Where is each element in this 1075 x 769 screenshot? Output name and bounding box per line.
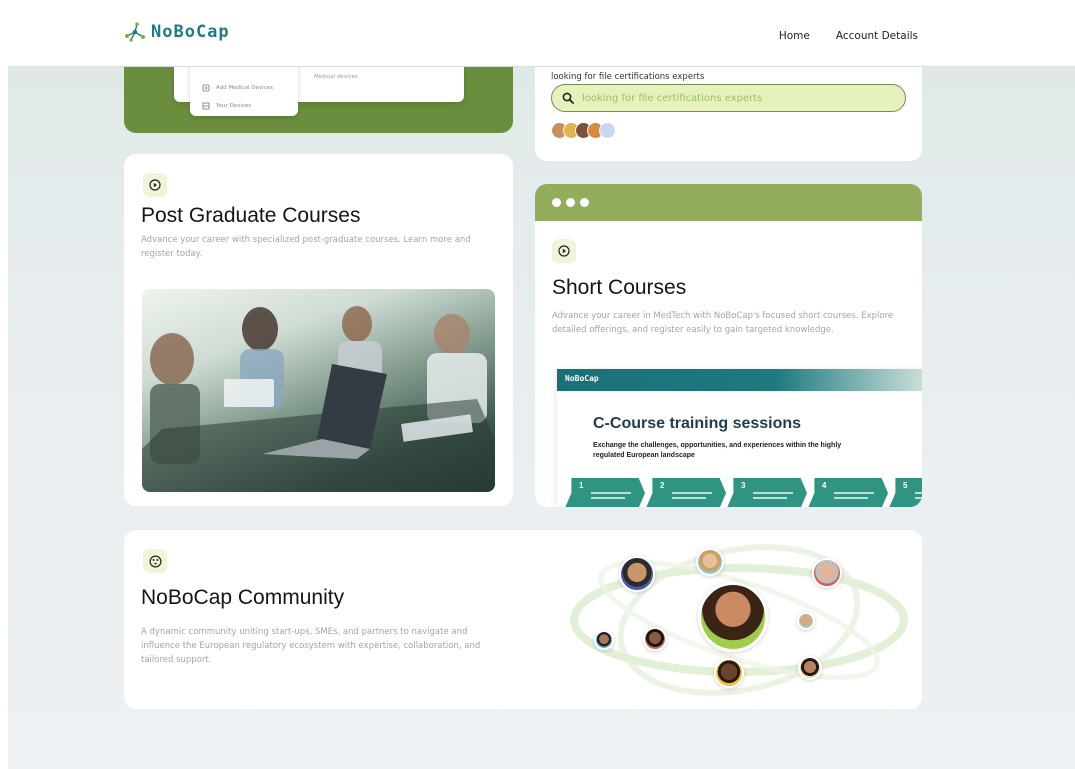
logo-text: NoBoCap — [151, 22, 230, 42]
page-top-strip — [8, 0, 1075, 8]
slide-subtitle: Exchange the challenges, opportunities, … — [593, 442, 842, 459]
card-title: Post Graduate Courses — [141, 204, 361, 227]
window-dot — [552, 198, 561, 207]
avatar — [698, 582, 768, 652]
molecule-icon — [125, 22, 145, 42]
card-description: Advance your career with specialized pos… — [141, 235, 471, 259]
avatar — [599, 122, 616, 139]
add-device-icon — [202, 84, 210, 92]
page-edge — [0, 0, 8, 769]
card-title: Short Courses — [552, 276, 687, 299]
card-description: Advance your career in MedTech with NoBo… — [552, 311, 894, 335]
play-circle-icon — [552, 239, 576, 263]
window-dot — [580, 198, 589, 207]
card-title: NoBoCap Community — [141, 586, 345, 609]
slide-logo: NoBoCap — [565, 374, 599, 383]
main-nav: Home Account Details — [779, 30, 918, 42]
menu-item-add-devices-label: Add Medical Devices — [216, 85, 273, 91]
community-card[interactable]: NoBoCap Community A dynamic community un… — [124, 530, 922, 709]
window-bar — [535, 184, 922, 221]
avatar — [643, 627, 667, 651]
slide-step: 1 — [565, 478, 645, 507]
slide-step: 3 — [727, 478, 807, 507]
avatar — [619, 556, 655, 592]
expert-avatars — [551, 122, 616, 139]
search-label: looking for file certifications experts — [551, 72, 705, 82]
avatar — [714, 658, 744, 688]
course-slide-preview: NoBoCap C-Course training sessions Excha… — [557, 369, 922, 507]
menu-item-add-devices: Add Medical Devices — [202, 84, 273, 92]
search-icon — [562, 92, 574, 104]
avatar — [798, 656, 822, 680]
slide-step: 2 — [646, 478, 726, 507]
slide-steps: 1 2 3 4 5 — [565, 478, 922, 507]
card-description: A dynamic community uniting start-ups, S… — [141, 627, 481, 665]
post-graduate-courses-card[interactable]: Post Graduate Courses Advance your caree… — [124, 154, 513, 506]
community-icon — [143, 549, 167, 573]
play-circle-icon — [143, 173, 167, 197]
slide-title: C-Course training sessions — [593, 415, 802, 432]
menu-item-your-devices: Your Devices — [202, 102, 251, 110]
search-box[interactable] — [551, 84, 906, 112]
community-illustration — [564, 530, 922, 709]
brand-logo[interactable]: NoBoCap — [123, 22, 230, 42]
device-list-icon — [202, 102, 210, 110]
avatar — [797, 612, 815, 630]
nav-account-details[interactable]: Account Details — [836, 30, 918, 42]
devices-panel-text: Medical devices — [314, 74, 358, 80]
avatar — [812, 558, 842, 588]
meeting-photo — [142, 289, 495, 492]
window-dot — [566, 198, 575, 207]
avatar — [594, 630, 614, 650]
site-header: NoBoCap Home Account Details — [8, 8, 1075, 67]
nav-home[interactable]: Home — [779, 30, 810, 42]
menu-item-your-devices-label: Your Devices — [216, 103, 252, 109]
avatar — [696, 548, 724, 576]
slide-step: 4 — [808, 478, 888, 507]
short-courses-card[interactable]: Short Courses Advance your career in Med… — [535, 184, 922, 507]
slide-header: NoBoCap — [557, 369, 922, 391]
slide-step: 5 — [889, 478, 922, 507]
search-input[interactable] — [582, 92, 882, 104]
